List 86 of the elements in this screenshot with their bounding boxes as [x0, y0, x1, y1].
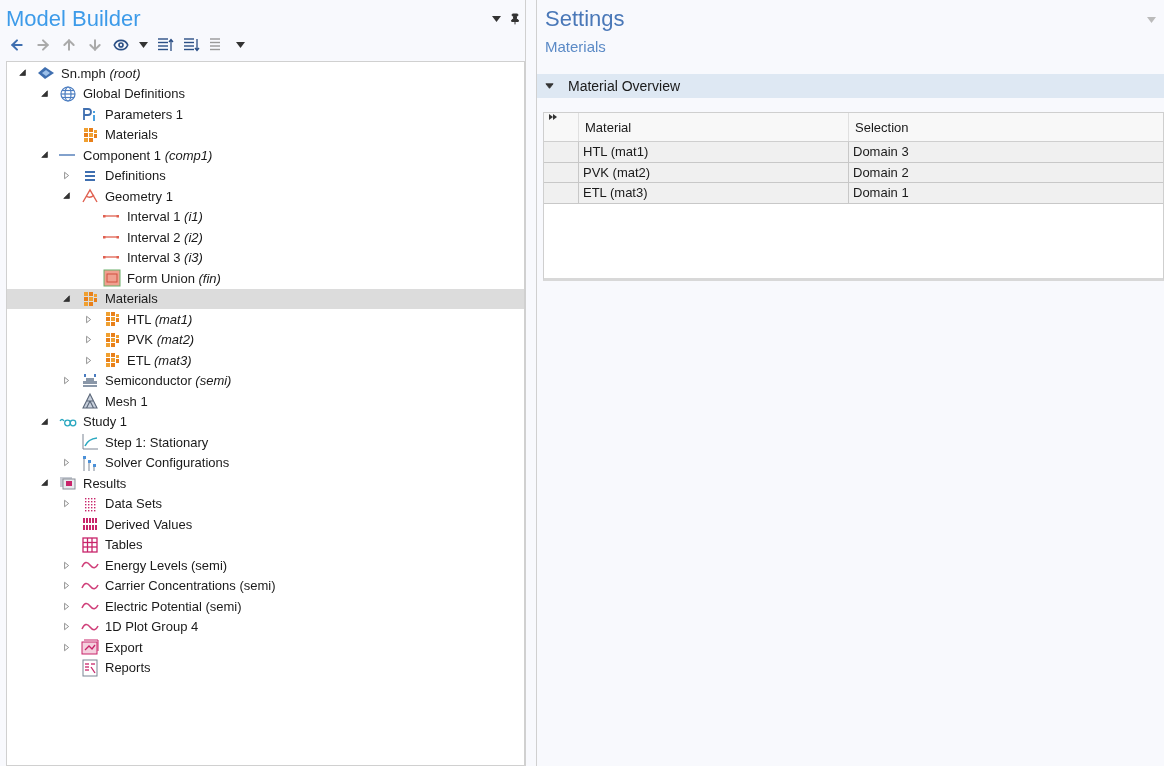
- collapse-arrow-icon[interactable]: [41, 479, 49, 488]
- table-cell: PVK (mat2): [579, 162, 849, 182]
- tree-item[interactable]: Geometry 1: [7, 186, 524, 207]
- panel-menu-caret-icon[interactable]: [492, 16, 501, 22]
- tree-item[interactable]: Results: [7, 473, 524, 494]
- tree-item[interactable]: Energy Levels (semi): [7, 555, 524, 576]
- materials-icon: [103, 330, 121, 349]
- table-cell: ETL (mat3): [579, 183, 849, 203]
- settings-subtitle: Materials: [544, 37, 606, 57]
- globe-icon: [59, 84, 77, 103]
- section-header[interactable]: Material Overview: [537, 74, 1164, 98]
- materials-icon: [103, 351, 121, 370]
- collapse-arrow-icon[interactable]: [63, 192, 71, 201]
- graph-icon: [81, 433, 99, 452]
- table-cell-text: Domain 1: [852, 184, 910, 202]
- expand-arrow-icon[interactable]: [63, 376, 71, 386]
- line-icon: [59, 154, 75, 157]
- tree-item[interactable]: Definitions: [7, 165, 524, 186]
- export-icon: [81, 638, 99, 657]
- tree-item[interactable]: Form Union (fin): [7, 268, 524, 289]
- pin-icon[interactable]: [509, 13, 521, 25]
- expand-arrow-icon[interactable]: [85, 314, 93, 324]
- results-icon: [59, 474, 77, 493]
- tree-item[interactable]: Tables: [7, 534, 524, 555]
- tree-item[interactable]: Interval 1 (i1): [7, 206, 524, 227]
- union-icon: [103, 269, 121, 288]
- tree-item[interactable]: Materials: [7, 288, 524, 309]
- tree-item[interactable]: Parameters 1: [7, 104, 524, 125]
- list-menu-caret-icon[interactable]: [236, 42, 245, 48]
- collapse-list-icon[interactable]: [158, 38, 174, 52]
- tree-item[interactable]: Solver Configurations: [7, 452, 524, 473]
- panel-splitter[interactable]: [526, 0, 537, 766]
- tree-item[interactable]: Mesh 1: [7, 391, 524, 412]
- chip-icon: [81, 371, 99, 390]
- collapse-arrow-icon[interactable]: [41, 89, 49, 98]
- tree-item[interactable]: Global Definitions: [7, 83, 524, 104]
- eye-icon[interactable]: [113, 37, 129, 53]
- tree-item[interactable]: Interval 2 (i2): [7, 227, 524, 248]
- tree-item[interactable]: Materials: [7, 124, 524, 145]
- table-cell: HTL (mat1): [579, 142, 849, 162]
- tree-item[interactable]: Electric Potential (semi): [7, 596, 524, 617]
- table-cell-text: Domain 3: [852, 143, 910, 161]
- interval-icon: [103, 256, 119, 260]
- report-icon: [81, 658, 99, 677]
- table-cell-text: Domain 2: [852, 163, 910, 182]
- expand-columns-icon[interactable]: [549, 114, 557, 120]
- tree-item[interactable]: ETL (mat3): [7, 350, 524, 371]
- expand-arrow-icon[interactable]: [63, 499, 71, 509]
- tree-item[interactable]: Component 1 (comp1): [7, 145, 524, 166]
- materials-icon: [103, 310, 121, 329]
- tree-item[interactable]: PVK (mat2): [7, 329, 524, 350]
- tree-item[interactable]: HTL (mat1): [7, 309, 524, 330]
- tree-item[interactable]: Sn.mph (root): [7, 63, 524, 84]
- tree-item[interactable]: 1D Plot Group 4: [7, 616, 524, 637]
- tree-item[interactable]: Interval 3 (i3): [7, 247, 524, 268]
- expand-arrow-icon[interactable]: [63, 458, 71, 468]
- collapse-arrow-icon[interactable]: [63, 294, 71, 303]
- tree-item[interactable]: Semiconductor (semi): [7, 370, 524, 391]
- solver-icon: [81, 453, 99, 472]
- forward-arrow-icon[interactable]: [35, 37, 51, 53]
- materials-icon: [81, 289, 99, 308]
- tree-item[interactable]: Export: [7, 637, 524, 658]
- column-header[interactable]: Material: [579, 113, 849, 141]
- interval-icon: [103, 235, 119, 239]
- panel-title: Settings: [545, 5, 625, 33]
- down-arrow-icon[interactable]: [87, 37, 103, 53]
- column-header[interactable]: Selection: [849, 113, 1163, 141]
- tree-item[interactable]: Step 1: Stationary: [7, 432, 524, 453]
- mesh-icon: [81, 392, 99, 411]
- tree-item[interactable]: Data Sets: [7, 493, 524, 514]
- tree-item[interactable]: Carrier Concentrations (semi): [7, 575, 524, 596]
- table-icon: [81, 535, 99, 554]
- tree-item[interactable]: Reports: [7, 657, 524, 678]
- collapse-arrow-icon[interactable]: [545, 81, 554, 91]
- interval-icon: [103, 215, 119, 219]
- materials-icon: [81, 125, 99, 144]
- collapse-arrow-icon[interactable]: [41, 417, 49, 426]
- expand-arrow-icon[interactable]: [63, 171, 71, 181]
- panel-title: Model Builder: [6, 5, 141, 33]
- collapse-arrow-icon[interactable]: [19, 69, 27, 78]
- eye-menu-caret-icon[interactable]: [139, 42, 148, 48]
- collapse-arrow-icon[interactable]: [41, 151, 49, 160]
- tree-item[interactable]: Derived Values: [7, 514, 524, 535]
- expand-arrow-icon[interactable]: [63, 560, 71, 570]
- tree-item[interactable]: Study 1: [7, 411, 524, 432]
- expand-list-icon[interactable]: [184, 38, 200, 52]
